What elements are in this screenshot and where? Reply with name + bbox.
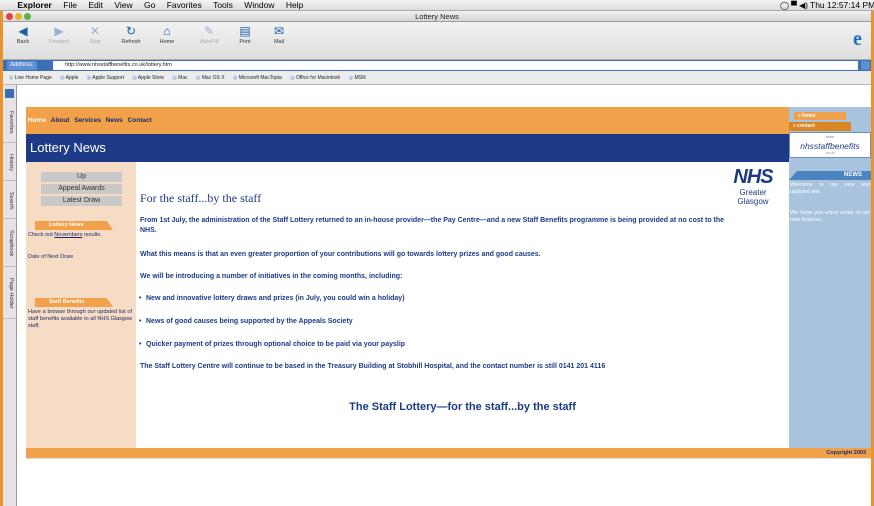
minimize-icon[interactable] (15, 13, 22, 20)
news-text: Welcome to our new and updated site. (790, 182, 870, 195)
left-sidebar: Up Appeal Awards Latest Draw Lottery New… (26, 162, 136, 448)
favorite-link[interactable]: MSN (349, 71, 365, 85)
lottery-news-tag: Lottery News (35, 221, 113, 230)
bullet-item: News of good causes being supported by t… (139, 318, 353, 325)
article-paragraph: From 1st July, the administration of the… (140, 217, 725, 234)
autofill-icon: ✎ (203, 24, 215, 38)
home-icon: ⌂ (163, 24, 171, 38)
right-contact-link[interactable]: » contact (789, 122, 851, 131)
favorite-link[interactable]: Mac OS X (196, 71, 225, 85)
site-nav: Home About Services News Contact (26, 107, 789, 134)
address-label: Address: (7, 61, 37, 70)
article-paragraph: We will be introducing a number of initi… (140, 273, 403, 280)
refresh-icon: ↻ (125, 24, 137, 38)
site-footer: Copyright 2003 (26, 448, 871, 458)
nav-about[interactable]: About (51, 117, 70, 124)
staff-benefits-text[interactable]: Have a browse through our updated list o… (28, 309, 132, 330)
menubar-status-icons: ◯ ▀ ◀) (780, 1, 808, 10)
menu-help[interactable]: Help (286, 0, 303, 11)
news-text: We hope you enjoy some of our new featur… (790, 210, 870, 223)
latest-draw-button[interactable]: Latest Draw (41, 196, 122, 206)
address-bar: Address: http://www.nhsstaffbenefits.co.… (3, 60, 871, 71)
autofill-button[interactable]: ✎ AutoFill (193, 25, 225, 45)
browser-toolbar: ◀ Back ▶ Forward ✕ Stop ↻ Refresh ⌂ Home ✎ Aut… (3, 22, 871, 60)
tab-search[interactable]: Search (3, 183, 17, 219)
print-button[interactable]: ▤ Print (229, 25, 261, 45)
right-home-link[interactable]: » home (794, 112, 846, 120)
menu-window[interactable]: Window (244, 0, 274, 11)
closing-slogan: The Staff Lottery—for the staff...by the… (349, 401, 576, 413)
news-tag: NEWS (789, 171, 871, 180)
menu-favorites[interactable]: Favorites (167, 0, 202, 11)
menubar-clock[interactable]: Thu 12:57:14 PM (810, 0, 874, 11)
nhsstaffbenefits-logo: www nhsstaffbenefits .co.uk (789, 132, 871, 158)
window-titlebar: Lottery News (3, 11, 871, 22)
tab-favorites[interactable]: Favorites (3, 103, 17, 143)
menu-view[interactable]: View (114, 0, 132, 11)
novembers-link[interactable]: Novembers (54, 232, 82, 238)
window-title: Lottery News (415, 12, 459, 21)
appeal-awards-button[interactable]: Appeal Awards (41, 184, 122, 194)
stop-button[interactable]: ✕ Stop (79, 25, 111, 45)
lottery-news-text: Check out Novembers results. (28, 232, 102, 238)
explorer-bar-tabs: Favorites History Search Scrapbook Page … (3, 85, 17, 506)
tab-scrapbook[interactable]: Scrapbook (3, 221, 17, 267)
go-button[interactable] (861, 61, 870, 70)
favorite-link[interactable]: Live Home Page (9, 71, 52, 85)
tab-page-holder[interactable]: Page Holder (3, 269, 17, 319)
nhs-greater-glasgow-logo: NHS Greater Glasgow (733, 166, 773, 206)
favorite-link[interactable]: Apple Support (87, 71, 124, 85)
menu-file[interactable]: File (63, 0, 77, 11)
nav-home[interactable]: Home (28, 117, 46, 124)
mail-button[interactable]: ✉ Mail (263, 25, 295, 45)
mail-icon: ✉ (273, 24, 285, 38)
menu-go[interactable]: Go (144, 0, 155, 11)
ie-logo-icon: e (853, 28, 862, 50)
footer-divider (26, 458, 871, 459)
right-sidebar: » home » contact www nhsstaffbenefits .c… (789, 107, 871, 448)
nav-services[interactable]: Services (74, 117, 101, 124)
favorite-link[interactable]: Apple Store (132, 71, 164, 85)
forward-button[interactable]: ▶ Forward (43, 25, 75, 45)
zoom-icon[interactable] (24, 13, 31, 20)
back-button[interactable]: ◀ Back (7, 25, 39, 45)
menu-tools[interactable]: Tools (213, 0, 233, 11)
close-icon[interactable] (6, 13, 13, 20)
home-button[interactable]: ⌂ Home (151, 25, 183, 45)
back-arrow-icon: ◀ (18, 24, 28, 38)
web-content: Home About Services News Contact Lottery… (17, 85, 871, 506)
staff-benefits-tag: Staff Benefits (35, 298, 113, 307)
favorite-link[interactable]: Microsoft MacTopia (233, 71, 282, 85)
copyright-text: Copyright 2003 (826, 450, 866, 456)
print-icon: ▤ (239, 24, 251, 38)
bullet-item: Quicker payment of prizes through option… (139, 341, 405, 348)
favorite-link[interactable]: Office for Macintosh (290, 71, 340, 85)
forward-arrow-icon: ▶ (54, 24, 64, 38)
nav-news[interactable]: News (106, 117, 123, 124)
address-input[interactable]: http://www.nhsstaffbenefits.co.uk/lotter… (53, 61, 858, 70)
tab-history[interactable]: History (3, 145, 17, 181)
main-content: For the staff...by the staff From 1st Ju… (136, 162, 789, 448)
explorer-bar-toggle-icon[interactable] (5, 89, 14, 98)
menu-bar: Explorer File Edit View Go Favorites Too… (0, 0, 874, 11)
article-paragraph: What this means is that an even greater … (140, 251, 541, 258)
nav-contact[interactable]: Contact (128, 117, 152, 124)
article-paragraph: The Staff Lottery Centre will continue t… (140, 363, 606, 370)
date-of-next-draw-link[interactable]: Date of Next Draw (28, 254, 132, 261)
menu-explorer[interactable]: Explorer (17, 0, 52, 11)
up-button[interactable]: Up (41, 172, 122, 182)
refresh-button[interactable]: ↻ Refresh (115, 25, 147, 45)
stop-x-icon: ✕ (89, 24, 101, 38)
article-heading: For the staff...by the staff (140, 191, 262, 205)
favorites-bar: Live Home Page Apple Apple Support Apple… (3, 71, 871, 85)
favorite-link[interactable]: Mac (172, 71, 187, 85)
bullet-item: New and innovative lottery draws and pri… (139, 295, 405, 302)
menu-edit[interactable]: Edit (88, 0, 103, 11)
page-title: Lottery News (26, 134, 789, 162)
favorite-link[interactable]: Apple (60, 71, 79, 85)
